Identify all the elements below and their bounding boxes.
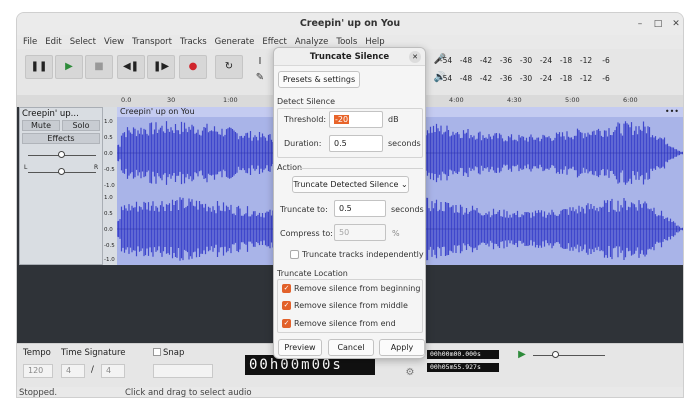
begin-label: Remove silence from beginning xyxy=(294,284,421,293)
truncate-location-label: Truncate Location xyxy=(277,269,348,278)
playback-meter[interactable]: -54 -48 -42 -36 -30 -24 -18 -12 -6 xyxy=(437,71,615,85)
play-button[interactable]: ▶ xyxy=(55,55,83,79)
time-signature-label: Time Signature xyxy=(61,348,126,358)
track-name[interactable]: Creepin' up... xyxy=(22,109,100,119)
menu-view[interactable]: View xyxy=(100,35,128,49)
close-icon[interactable]: ✕ xyxy=(409,51,421,63)
menu-select[interactable]: Select xyxy=(66,35,100,49)
snap-checkbox[interactable] xyxy=(153,348,161,356)
speed-slider[interactable] xyxy=(533,355,605,356)
begin-checkbox[interactable]: ✓ xyxy=(282,284,291,293)
menu-edit[interactable]: Edit xyxy=(41,35,65,49)
pause-button[interactable]: ❚❚ xyxy=(25,55,53,79)
maximize-icon[interactable]: □ xyxy=(651,17,665,31)
selection-start-time[interactable]: 00h00m00.000s xyxy=(427,350,499,359)
detect-silence-label: Detect Silence xyxy=(277,97,336,106)
independent-label: Truncate tracks independently xyxy=(302,250,424,259)
compress-to-input[interactable]: 50 xyxy=(334,224,386,241)
window-title: Creepin' up on You xyxy=(299,18,401,29)
stop-button[interactable]: ■ xyxy=(85,55,113,79)
chevron-down-icon: ⌄ xyxy=(400,180,408,189)
duration-label: Duration: xyxy=(284,139,322,148)
duration-input[interactable]: 0.5 xyxy=(329,135,383,152)
presets-button[interactable]: Presets & settings xyxy=(278,71,360,88)
title-bar: Creepin' up on You – □ ✕ xyxy=(17,13,683,35)
selection-tool-icon[interactable]: I xyxy=(253,55,267,69)
ruler-tick: 4:30 xyxy=(507,96,522,104)
status-text: Stopped. xyxy=(19,388,58,398)
tempo-field[interactable]: 120 xyxy=(23,364,53,378)
middle-checkbox[interactable]: ✓ xyxy=(282,301,291,310)
preview-button[interactable]: Preview xyxy=(278,339,322,356)
solo-button[interactable]: Solo xyxy=(62,120,100,131)
truncate-to-label: Truncate to: xyxy=(280,205,328,214)
effects-button[interactable]: Effects xyxy=(22,133,100,144)
ruler-tick: 6:00 xyxy=(623,96,638,104)
apply-button[interactable]: Apply xyxy=(379,339,425,356)
time-sig-denominator[interactable]: 4 xyxy=(101,364,125,378)
compress-to-unit: % xyxy=(392,229,400,238)
end-checkbox[interactable]: ✓ xyxy=(282,319,291,328)
truncate-silence-dialog: Truncate Silence ✕ Presets & settings De… xyxy=(273,47,426,359)
action-label: Action xyxy=(277,163,303,172)
dialog-title: Truncate Silence xyxy=(274,48,425,66)
settings-icon[interactable]: ⚙ xyxy=(403,366,417,380)
duration-unit: seconds xyxy=(388,139,421,148)
middle-label: Remove silence from middle xyxy=(294,301,408,310)
ruler-tick: 30 xyxy=(167,96,176,104)
ruler-tick: 5:00 xyxy=(565,96,580,104)
truncate-to-input[interactable]: 0.5 xyxy=(334,200,386,217)
track-control-panel[interactable]: Creepin' up... Mute Solo Effects L R xyxy=(19,107,103,265)
threshold-input[interactable]: -20 xyxy=(329,111,383,128)
pan-left-label: L xyxy=(24,164,28,171)
time-sig-numerator[interactable]: 4 xyxy=(61,364,85,378)
amplitude-scale: 1.0 0.5 0.0 -0.5 -1.0 1.0 0.5 0.0 -0.5 -… xyxy=(103,107,117,265)
independent-checkbox[interactable] xyxy=(290,250,299,259)
status-bar: Stopped. Click and drag to select audio xyxy=(17,387,683,398)
snap-label: Snap xyxy=(163,348,185,358)
tempo-label: Tempo xyxy=(23,348,51,358)
speed-knob[interactable] xyxy=(552,351,559,358)
play-at-speed-icon[interactable]: ▶ xyxy=(515,348,529,362)
threshold-unit: dB xyxy=(388,115,399,124)
time-sig-separator: / xyxy=(91,365,94,375)
skip-start-button[interactable]: ◀❚ xyxy=(117,55,145,79)
menu-transport[interactable]: Transport xyxy=(128,35,176,49)
status-hint: Click and drag to select audio xyxy=(125,388,252,398)
skip-end-button[interactable]: ❚▶ xyxy=(147,55,175,79)
record-meter[interactable]: -54 -48 -42 -36 -30 -24 -18 -12 -6 xyxy=(437,53,615,67)
snap-select[interactable] xyxy=(153,364,213,378)
menu-file[interactable]: File xyxy=(19,35,41,49)
ruler-tick: 4:00 xyxy=(449,96,464,104)
loop-button[interactable]: ↻ xyxy=(215,55,243,79)
pan-knob[interactable] xyxy=(58,168,65,175)
menu-generate[interactable]: Generate xyxy=(211,35,259,49)
close-icon[interactable]: ✕ xyxy=(669,17,683,31)
clip-menu-icon[interactable]: ••• xyxy=(665,107,679,116)
compress-to-label: Compress to: xyxy=(280,229,333,238)
ruler-tick: 0.0 xyxy=(121,96,132,104)
draw-tool-icon[interactable]: ✎ xyxy=(253,71,267,85)
selection-end-time[interactable]: 00h05m55.927s xyxy=(427,363,499,372)
divider xyxy=(300,168,423,169)
action-dropdown[interactable]: Truncate Detected Silence ⌄ xyxy=(292,176,409,193)
record-button[interactable]: ● xyxy=(179,55,207,79)
end-label: Remove silence from end xyxy=(294,319,396,328)
menu-tracks[interactable]: Tracks xyxy=(176,35,211,49)
minimize-icon[interactable]: – xyxy=(633,17,647,31)
ruler-tick: 1:00 xyxy=(223,96,238,104)
gain-knob[interactable] xyxy=(58,151,65,158)
pan-right-label: R xyxy=(94,164,99,171)
cancel-button[interactable]: Cancel xyxy=(328,339,374,356)
truncate-to-unit: seconds xyxy=(391,205,424,214)
mute-button[interactable]: Mute xyxy=(22,120,60,131)
threshold-label: Threshold: xyxy=(284,115,327,124)
